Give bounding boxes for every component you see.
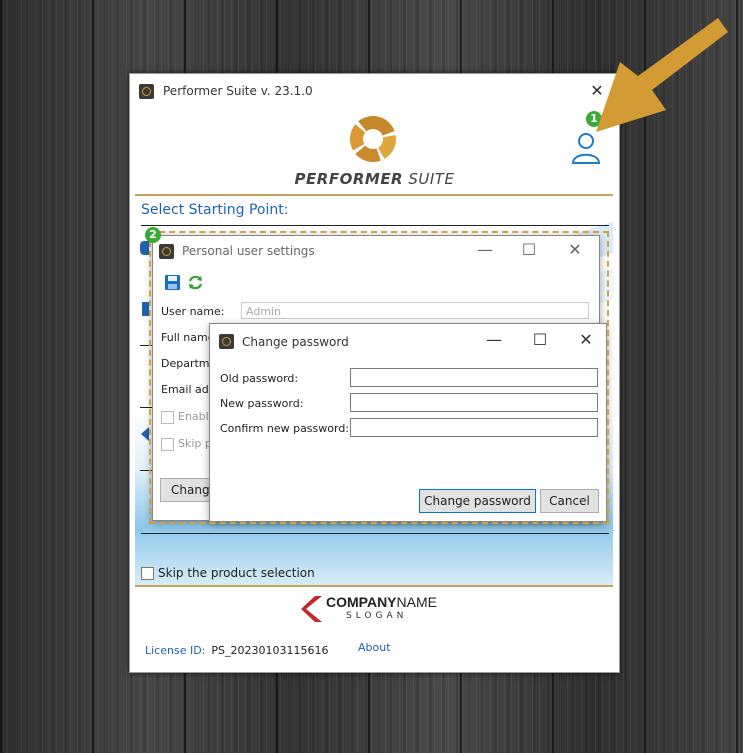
brand-name: PERFORMER SUITE (130, 170, 619, 188)
company-name-part2: NAME (396, 594, 437, 610)
brand-name-part1: PERFORMER (294, 170, 404, 188)
select-starting-point-label: Select Starting Point: (141, 202, 289, 218)
license-id: License ID: PS_20230103115616 (145, 644, 329, 657)
company-slogan: SLOGAN (346, 611, 408, 621)
divider (141, 225, 609, 226)
main-window-title: Performer Suite v. 23.1.0 (163, 84, 313, 98)
company-chevron-icon (301, 596, 322, 622)
footer-divider (135, 585, 613, 587)
product-icon[interactable] (142, 302, 149, 316)
about-link[interactable]: About (358, 641, 391, 654)
pointer-arrow-icon (596, 18, 728, 132)
step-badge-2: 2 (145, 227, 161, 243)
performer-logo-icon (350, 116, 396, 162)
company-logo: COMPANYNAME SLOGAN (300, 594, 440, 626)
brand-name-part2: SUITE (403, 170, 455, 188)
skip-product-selection[interactable]: Skip the product selection (141, 566, 315, 580)
company-name-part1: COMPANY (326, 594, 397, 610)
company-name: COMPANYNAME (326, 594, 437, 610)
highlight-dashed-box (149, 231, 609, 524)
app-logo-icon (139, 84, 154, 99)
skip-product-checkbox[interactable] (141, 567, 154, 580)
license-id-label: License ID: (145, 644, 206, 657)
main-titlebar: Performer Suite v. 23.1.0 ✕ (130, 74, 619, 108)
divider (141, 533, 609, 534)
license-id-value: PS_20230103115616 (211, 644, 329, 657)
skip-product-label: Skip the product selection (158, 566, 315, 580)
product-icon[interactable] (140, 241, 149, 255)
